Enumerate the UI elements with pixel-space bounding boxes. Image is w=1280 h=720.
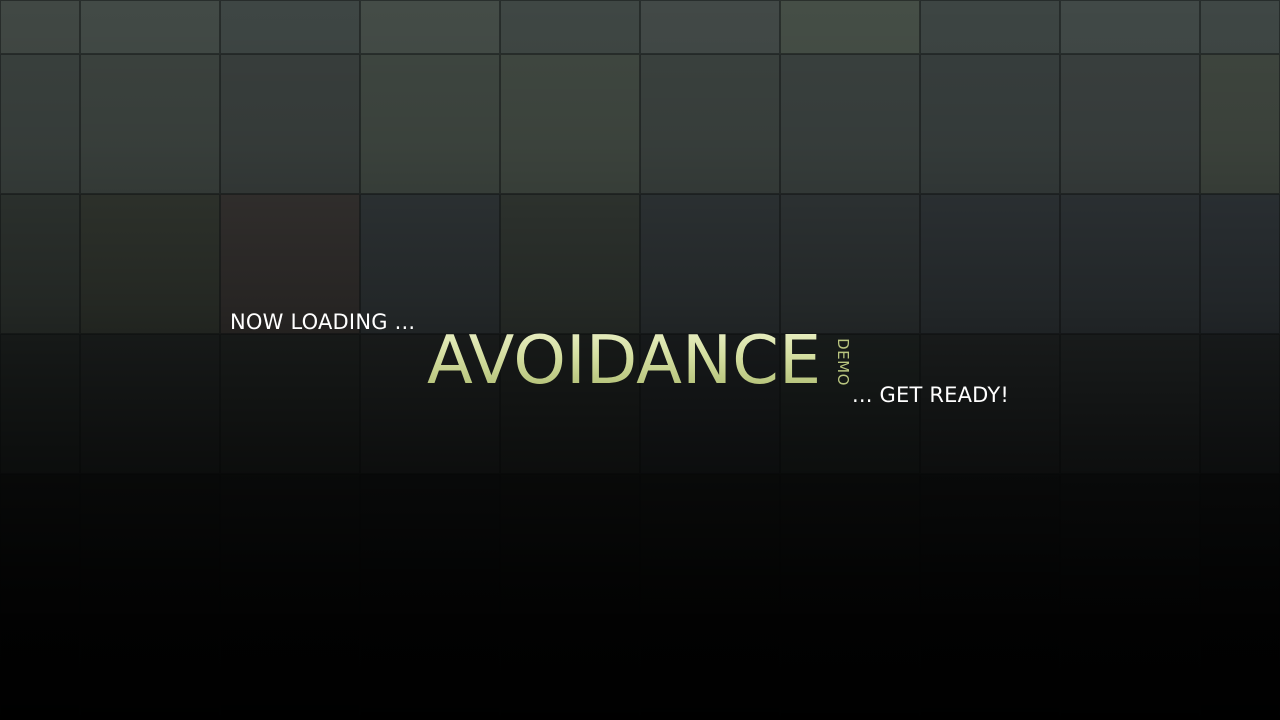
background-tile [0,474,80,614]
background-tile [500,0,640,54]
background-tile [360,54,500,194]
background-tile [640,614,780,720]
background-tile [0,194,80,334]
background-tile [920,0,1060,54]
background-tile [0,614,80,720]
background-tile [780,0,920,54]
background-tile [640,194,780,334]
background-tile [1060,334,1200,474]
background-tile [220,614,360,720]
background-tile [920,194,1060,334]
background-tile [500,194,640,334]
background-tile [220,0,360,54]
loading-message: NOW LOADING ... [230,310,416,334]
background-tile [640,0,780,54]
background-tile [360,0,500,54]
background-tile [1060,474,1200,614]
background-tile [920,474,1060,614]
background-tile [220,474,360,614]
background-tile [80,614,220,720]
game-logo-tag: DEMO [833,336,853,388]
background-tile [920,614,1060,720]
background-tile [1060,54,1200,194]
background-tile [1200,334,1280,474]
background-tile [640,474,780,614]
background-tile [1060,194,1200,334]
background-tile [360,614,500,720]
background-tile [1060,0,1200,54]
background-tile [0,54,80,194]
background-tile [780,614,920,720]
background-tile [1200,614,1280,720]
background-tile [80,0,220,54]
background-tile [500,614,640,720]
background-tile [500,474,640,614]
background-tile [640,54,780,194]
background-tile [920,54,1060,194]
background-tile [0,334,80,474]
background-tile [1200,54,1280,194]
background-tile [500,54,640,194]
background-tile [80,194,220,334]
background-tile [780,194,920,334]
background-tile [220,54,360,194]
game-logo-title: AVOIDANCE [427,321,822,399]
demo-label: DEMO [834,338,852,386]
get-ready-message: ... GET READY! [852,383,1010,407]
background-tile [1060,614,1200,720]
background-tile [1200,0,1280,54]
background-tile [780,54,920,194]
background-tile [220,334,360,474]
background-tile [780,474,920,614]
background-tile [1200,194,1280,334]
background-tile [80,474,220,614]
background-tile [0,0,80,54]
background-tile [360,474,500,614]
loading-screen: NOW LOADING ... AVOIDANCE DEMO ... GET R… [0,0,1280,720]
background-tile [80,334,220,474]
background-tile [1200,474,1280,614]
background-tile [80,54,220,194]
